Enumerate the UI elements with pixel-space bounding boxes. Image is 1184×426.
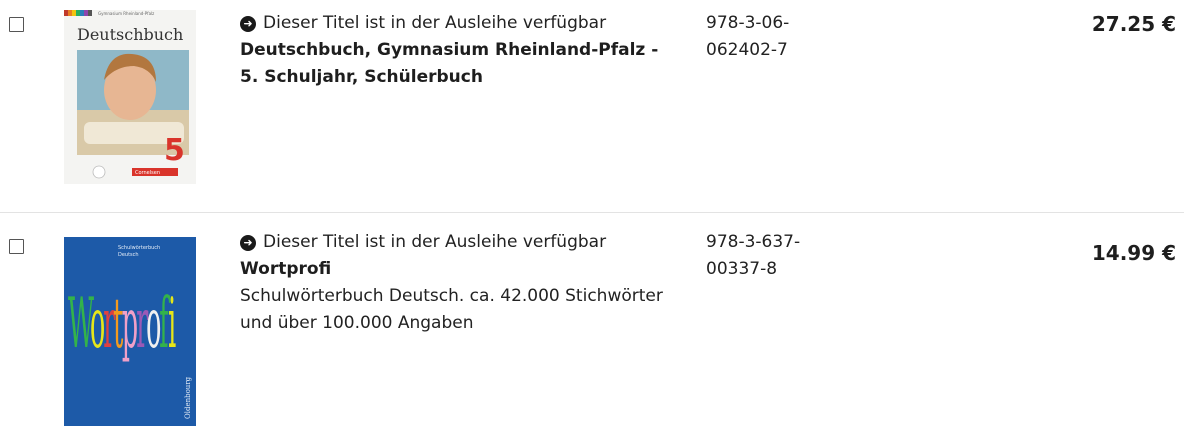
select-checkbox[interactable]: [9, 239, 24, 254]
book-cover-image[interactable]: Schulwörterbuch Deutsch W o r t p r o f …: [64, 237, 196, 426]
select-checkbox[interactable]: [9, 17, 24, 32]
cover-publisher: Oldenbourg: [184, 376, 192, 419]
price: 27.25 €: [1091, 12, 1176, 36]
isbn-part1: 978-3-637-: [706, 232, 801, 252]
item-info: ➜ Dieser Titel ist in der Ausleihe verfü…: [240, 229, 680, 337]
price: 14.99 €: [1091, 241, 1176, 265]
cover-publisher: Cornelsen: [135, 170, 160, 176]
cover-top-line2: Deutsch: [118, 252, 139, 258]
item-info: ➜ Dieser Titel ist in der Ausleihe verfü…: [240, 10, 680, 91]
isbn-part2: 062402-7: [706, 40, 788, 60]
availability-line: ➜ Dieser Titel ist in der Ausleihe verfü…: [240, 10, 680, 37]
book-cover-image[interactable]: Gymnasium Rheinland-Pfalz Deutschbuch 5 …: [64, 10, 196, 184]
result-row: Schulwörterbuch Deutsch W o r t p r o f …: [0, 213, 1184, 426]
cover-top-text: Gymnasium Rheinland-Pfalz: [98, 11, 154, 16]
isbn-part2: 00337-8: [706, 259, 778, 279]
cover-number: 5: [164, 133, 185, 168]
item-title[interactable]: Deutschbuch, Gymnasium Rheinland-Pfalz -…: [240, 37, 680, 91]
circle-arrow-right-icon: ➜: [240, 15, 256, 32]
item-title[interactable]: Wortprofi: [240, 256, 680, 283]
result-row: Gymnasium Rheinland-Pfalz Deutschbuch 5 …: [0, 0, 1184, 213]
availability-line: ➜ Dieser Titel ist in der Ausleihe verfü…: [240, 229, 680, 256]
svg-text:i: i: [168, 285, 176, 365]
availability-text: Dieser Titel ist in der Ausleihe verfügb…: [263, 13, 607, 33]
cover-heading: Deutschbuch: [77, 25, 183, 44]
isbn: 978-3-06- 062402-7: [706, 10, 846, 64]
availability-text: Dieser Titel ist in der Ausleihe verfügb…: [263, 232, 607, 252]
isbn: 978-3-637- 00337-8: [706, 229, 846, 283]
isbn-part1: 978-3-06-: [706, 13, 790, 33]
circle-arrow-right-icon: ➜: [240, 234, 256, 251]
cover-top-line1: Schulwörterbuch: [118, 245, 160, 251]
item-subtitle: Schulwörterbuch Deutsch. ca. 42.000 Stic…: [240, 286, 663, 333]
